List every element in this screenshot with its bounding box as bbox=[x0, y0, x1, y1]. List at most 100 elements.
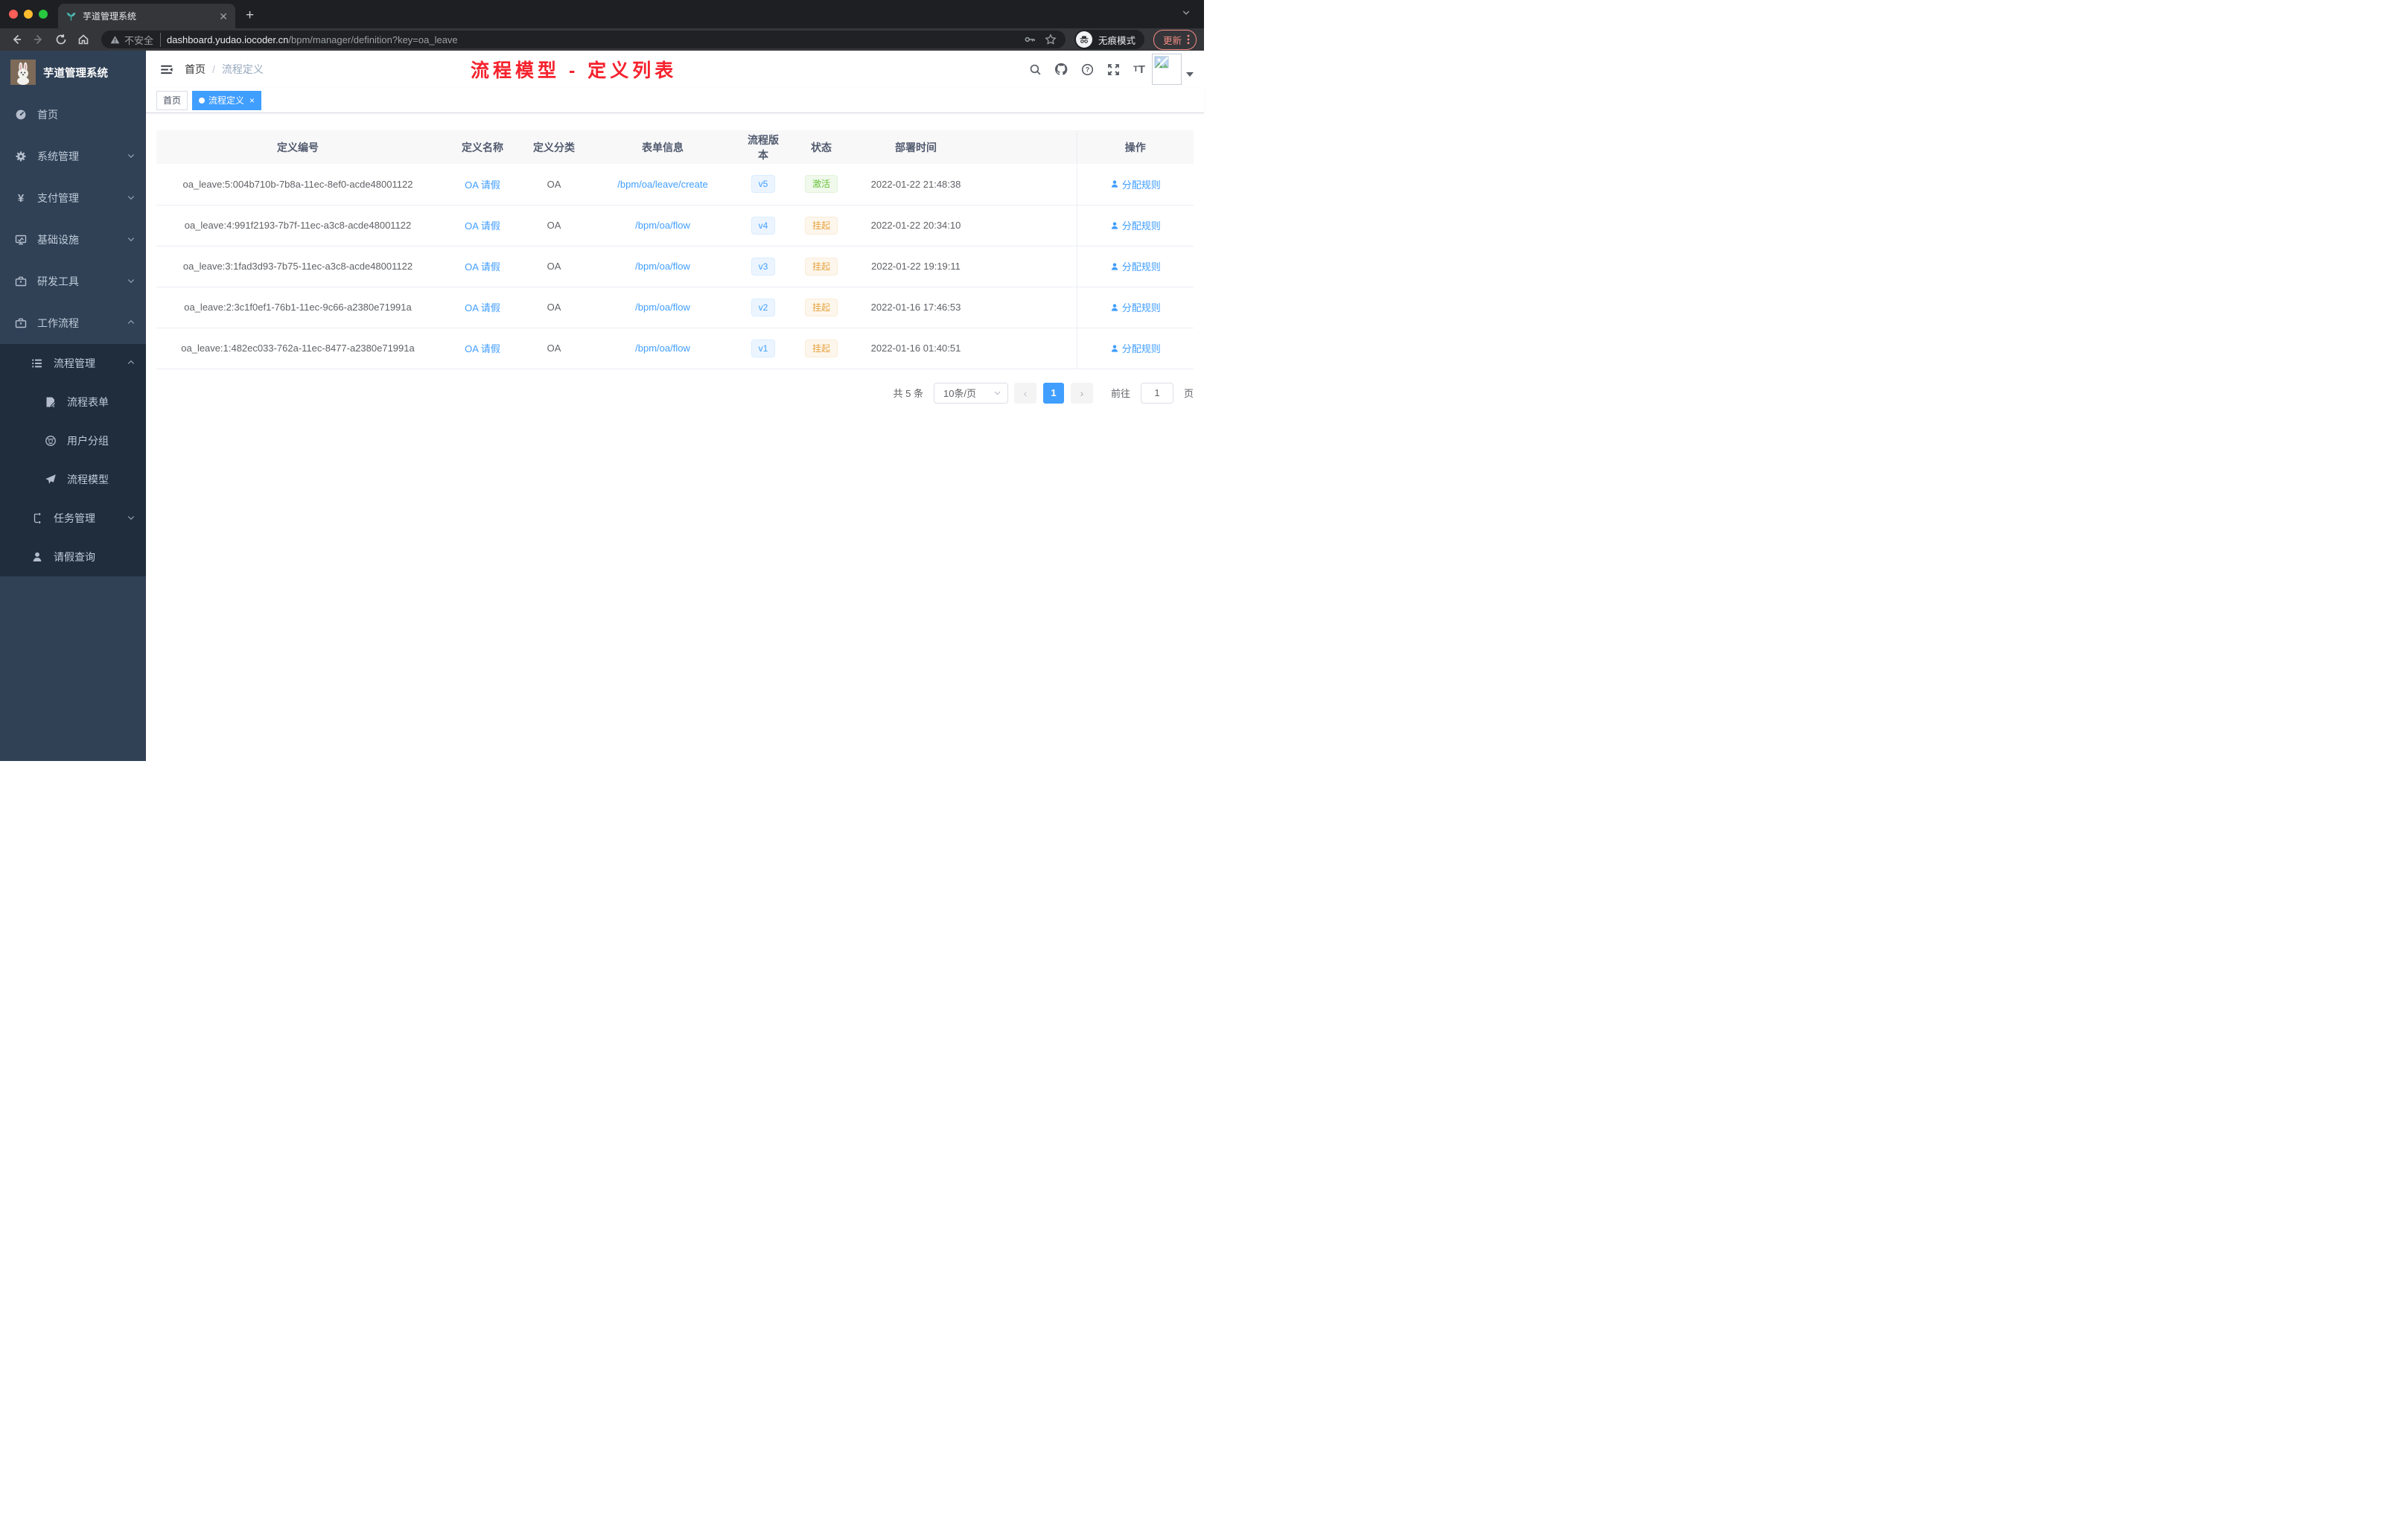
page-number-button[interactable]: 1 bbox=[1042, 382, 1064, 404]
sidebar: 芋道管理系统 首页 系统管理 ¥ 支付管理 基础设施 研发工具 工作流程 流程管… bbox=[0, 51, 146, 761]
prev-page-button[interactable]: ‹ bbox=[1013, 382, 1036, 404]
table-header-row: 定义编号 定义名称 定义分类 表单信息 流程版本 状态 部署时间 操作 bbox=[156, 130, 1194, 164]
security-chip[interactable]: 不安全 bbox=[110, 32, 162, 47]
sidebar-item-process-management[interactable]: 流程管理 bbox=[0, 344, 146, 383]
tasks-icon bbox=[31, 512, 43, 524]
svg-text:?: ? bbox=[1085, 66, 1089, 73]
avatar[interactable] bbox=[1152, 54, 1182, 85]
form-link[interactable]: /bpm/oa/flow bbox=[635, 261, 690, 272]
breadcrumb-home-link[interactable]: 首页 bbox=[185, 62, 206, 77]
definition-table: 定义编号 定义名称 定义分类 表单信息 流程版本 状态 部署时间 操作 oa_l bbox=[156, 130, 1194, 369]
address-bar[interactable]: 不安全 dashboard.yudao.iocoder.cn/bpm/manag… bbox=[101, 31, 1066, 48]
chevron-down-icon bbox=[994, 391, 1001, 395]
sidebar-item-workflow[interactable]: 工作流程 bbox=[0, 302, 146, 344]
gauge-icon bbox=[15, 109, 27, 121]
assign-rule-link[interactable]: 分配规则 bbox=[1110, 218, 1161, 232]
col-deploy-time: 部署时间 bbox=[859, 130, 972, 164]
status-badge: 挂起 bbox=[804, 216, 838, 235]
col-form-info: 表单信息 bbox=[582, 130, 743, 164]
status-badge: 挂起 bbox=[804, 298, 838, 316]
browser-tab-strip: 芋道管理系统 ✕ + bbox=[0, 0, 1204, 28]
definition-name-link[interactable]: OA 请假 bbox=[465, 220, 500, 232]
goto-page-input[interactable] bbox=[1140, 382, 1173, 404]
search-icon[interactable] bbox=[1028, 63, 1042, 76]
cell-category: OA bbox=[526, 328, 582, 369]
chevron-down-icon bbox=[127, 276, 136, 287]
bookmark-star-icon[interactable] bbox=[1045, 34, 1057, 45]
back-button[interactable] bbox=[7, 31, 25, 48]
version-tag: v3 bbox=[751, 257, 776, 276]
user-icon bbox=[31, 551, 43, 563]
sidebar-item-infrastructure[interactable]: 基础设施 bbox=[0, 219, 146, 261]
url-path: /bpm/manager/definition?key=oa_leave bbox=[288, 34, 458, 45]
next-page-button[interactable]: › bbox=[1070, 382, 1093, 404]
sidebar-item-user-group[interactable]: 用户分组 bbox=[0, 421, 146, 460]
version-tag: v2 bbox=[751, 298, 776, 316]
sidebar-item-process-model[interactable]: 流程模型 bbox=[0, 460, 146, 499]
sidebar-item-system[interactable]: 系统管理 bbox=[0, 136, 146, 177]
avatar-caret-icon[interactable] bbox=[1186, 72, 1194, 77]
chrome-update-button[interactable]: 更新 bbox=[1153, 29, 1197, 50]
tab-search-chevron-icon[interactable] bbox=[1182, 7, 1191, 21]
version-tag: v4 bbox=[751, 216, 776, 235]
breadcrumb-current: 流程定义 bbox=[221, 63, 264, 75]
gear-icon bbox=[15, 150, 27, 162]
assign-rule-link[interactable]: 分配规则 bbox=[1110, 177, 1161, 191]
form-link[interactable]: /bpm/oa/flow bbox=[635, 302, 690, 313]
table-row: oa_leave:3:1fad3d93-7b75-11ec-a3c8-acde4… bbox=[156, 246, 1194, 287]
tags-view-bar: 首页 流程定义 × bbox=[146, 88, 1204, 113]
sidebar-item-process-form[interactable]: 流程表单 bbox=[0, 383, 146, 421]
annotation-title: 流程模型 - 定义列表 bbox=[471, 60, 678, 81]
cell-category: OA bbox=[526, 164, 582, 206]
fullscreen-icon[interactable] bbox=[1106, 63, 1120, 76]
macos-traffic-lights[interactable] bbox=[0, 0, 58, 28]
sidebar-item-payment[interactable]: ¥ 支付管理 bbox=[0, 177, 146, 219]
minimize-window-button[interactable] bbox=[24, 10, 33, 19]
font-size-icon[interactable]: TT bbox=[1133, 63, 1146, 76]
home-button[interactable] bbox=[74, 31, 92, 48]
send-icon bbox=[45, 474, 57, 485]
cell-definition-id: oa_leave:4:991f2193-7b7f-11ec-a3c8-acde4… bbox=[156, 205, 439, 246]
form-link[interactable]: /bpm/oa/flow bbox=[635, 220, 690, 231]
app-logo-row[interactable]: 芋道管理系统 bbox=[0, 51, 146, 94]
sidebar-item-task-management[interactable]: 任务管理 bbox=[0, 499, 146, 538]
sidebar-toggle-icon[interactable] bbox=[156, 60, 176, 79]
browser-tab[interactable]: 芋道管理系统 ✕ bbox=[58, 4, 235, 28]
password-key-icon[interactable] bbox=[1024, 34, 1036, 45]
workflow-submenu: 流程管理 流程表单 用户分组 流程模型 任务管理 请假查询 bbox=[0, 344, 146, 576]
sidebar-item-home[interactable]: 首页 bbox=[0, 94, 146, 136]
definition-name-link[interactable]: OA 请假 bbox=[465, 302, 500, 313]
zoom-window-button[interactable] bbox=[39, 10, 48, 19]
forward-button[interactable] bbox=[30, 31, 48, 48]
definition-name-link[interactable]: OA 请假 bbox=[465, 179, 500, 191]
page-unit-label: 页 bbox=[1183, 388, 1194, 399]
definition-name-link[interactable]: OA 请假 bbox=[465, 343, 500, 354]
github-icon[interactable] bbox=[1054, 63, 1068, 76]
reload-button[interactable] bbox=[52, 31, 70, 48]
user-icon bbox=[1111, 180, 1118, 188]
help-icon[interactable]: ? bbox=[1080, 63, 1094, 76]
assign-rule-link[interactable]: 分配规则 bbox=[1110, 300, 1161, 314]
sidebar-item-dev-tools[interactable]: 研发工具 bbox=[0, 261, 146, 302]
page-size-select[interactable]: 10条/页 bbox=[933, 382, 1008, 404]
sidebar-item-leave-query[interactable]: 请假查询 bbox=[0, 538, 146, 576]
tag-close-icon[interactable]: × bbox=[249, 95, 255, 106]
form-icon bbox=[45, 396, 57, 408]
form-link[interactable]: /bpm/oa/leave/create bbox=[617, 179, 707, 190]
active-dot-icon bbox=[199, 97, 206, 104]
definition-name-link[interactable]: OA 请假 bbox=[465, 261, 500, 273]
form-link[interactable]: /bpm/oa/flow bbox=[635, 343, 690, 354]
assign-rule-link[interactable]: 分配规则 bbox=[1110, 259, 1161, 273]
cell-definition-id: oa_leave:1:482ec033-762a-11ec-8477-a2380… bbox=[156, 328, 439, 369]
tab-close-icon[interactable]: ✕ bbox=[219, 11, 228, 22]
tag-home[interactable]: 首页 bbox=[156, 90, 188, 110]
cell-definition-id: oa_leave:5:004b710b-7b8a-11ec-8ef0-acde4… bbox=[156, 164, 439, 206]
cell-category: OA bbox=[526, 205, 582, 246]
user-icon bbox=[1111, 344, 1118, 352]
chevron-down-icon bbox=[127, 192, 136, 204]
close-window-button[interactable] bbox=[9, 10, 18, 19]
new-tab-button[interactable]: + bbox=[246, 7, 254, 28]
tag-process-definition[interactable]: 流程定义 × bbox=[192, 90, 262, 110]
assign-rule-link[interactable]: 分配规则 bbox=[1110, 341, 1161, 355]
yen-icon: ¥ bbox=[17, 191, 25, 205]
